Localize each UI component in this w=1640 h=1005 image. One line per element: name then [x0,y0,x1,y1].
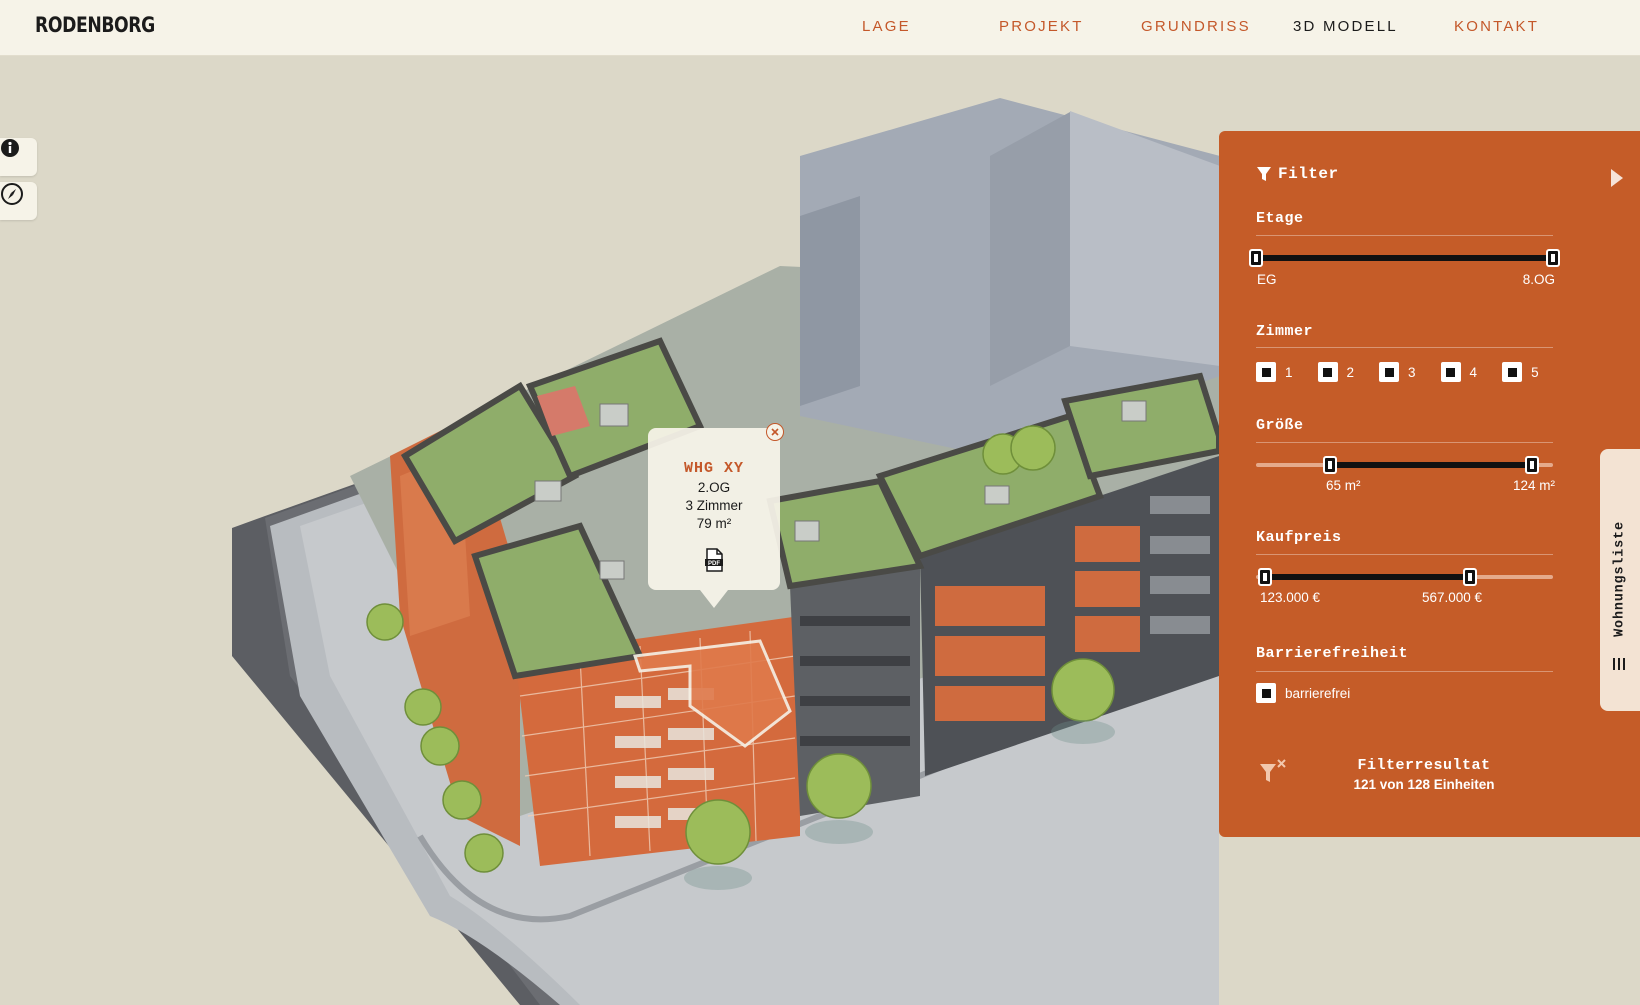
groesse-min-value: 65 m² [1326,478,1361,493]
triangle-right-icon [1611,169,1623,187]
pdf-icon: PDF [705,548,723,572]
logo[interactable]: RODENBORG [35,13,155,37]
etage-min-thumb[interactable] [1249,249,1263,267]
kaufpreis-max-value: 567.000 € [1422,590,1483,605]
result-title: Filterresultat [1357,757,1491,774]
popup-floor: 2.OG [697,480,731,495]
popup-close-button[interactable] [766,423,784,441]
reset-filter-button[interactable] [1259,759,1287,790]
zimmer-label: Zimmer [1256,323,1314,340]
checkbox[interactable] [1502,362,1523,382]
zimmer-option-5[interactable]: 5 [1502,362,1539,382]
checkbox[interactable] [1440,362,1461,382]
groesse-max-thumb[interactable] [1525,456,1540,474]
groesse-slider[interactable] [1256,455,1553,475]
wohnungsliste-label: Wohnungsliste [1612,521,1628,637]
popup-rooms: 3 Zimmer [685,498,743,513]
svg-text:PDF: PDF [708,561,720,567]
top-header: RODENBORG LAGE PROJEKT GRUNDRISS 3D MODE… [0,0,1640,56]
filter-collapse-button[interactable] [1611,169,1623,192]
checkbox[interactable] [1256,683,1276,703]
popup-size: 79 m² [696,516,732,531]
zimmer-option-1[interactable]: 1 [1256,362,1293,382]
groesse-min-thumb[interactable] [1323,456,1338,474]
compass-button[interactable] [0,182,37,220]
kaufpreis-min-thumb[interactable] [1257,568,1272,586]
etage-label: Etage [1256,210,1304,227]
filter-title: Filter [1278,165,1339,183]
filter-reset-icon [1260,759,1286,782]
checkbox[interactable] [1317,362,1338,382]
close-icon [771,428,779,436]
etage-slider[interactable] [1249,248,1560,268]
zimmer-option-4[interactable]: 4 [1440,362,1477,382]
info-icon [1,139,19,157]
filter-header: Filter [1256,165,1339,183]
groesse-max-value: 124 m² [1512,478,1555,493]
wohnungsliste-tab[interactable]: Wohnungsliste [1600,449,1640,711]
etage-max-value: 8.OG [1522,272,1555,287]
etage-min-value: EG [1257,272,1277,287]
filter-icon [1257,167,1271,181]
kaufpreis-min-value: 123.000 € [1260,590,1321,605]
zimmer-options: 1 2 3 4 5 [1256,362,1564,382]
kaufpreis-slider[interactable] [1256,567,1553,587]
barrierefrei-option[interactable]: barrierefrei [1256,683,1350,703]
groesse-label: Größe [1256,417,1304,434]
etage-max-thumb[interactable] [1546,249,1560,267]
kaufpreis-label: Kaufpreis [1256,529,1342,546]
nav-grundriss[interactable]: GRUNDRISS [1141,18,1251,35]
filter-panel: Filter Etage EG 8.OG Zimmer 1 2 3 4 5 Gr… [1219,131,1640,837]
barriere-label: Barrierefreiheit [1256,645,1409,662]
nav-lage[interactable]: LAGE [862,18,911,35]
nav-projekt[interactable]: PROJEKT [999,18,1084,35]
zimmer-option-3[interactable]: 3 [1379,362,1416,382]
apartment-popup: WHG XY 2.OG 3 Zimmer 79 m² PDF [648,428,780,608]
kaufpreis-max-thumb[interactable] [1462,568,1477,586]
compass-icon [1,183,23,205]
nav-kontakt[interactable]: KONTAKT [1454,18,1539,35]
nav-3d-modell[interactable]: 3D MODELL [1293,18,1398,35]
checkbox[interactable] [1256,362,1276,382]
list-icon [1613,658,1625,670]
zimmer-option-2[interactable]: 2 [1317,362,1354,382]
popup-title: WHG XY [683,460,744,477]
checkbox[interactable] [1379,362,1400,382]
popup-pdf-button[interactable]: PDF [703,548,725,577]
result-count: 121 von 128 Einheiten [1353,777,1495,792]
info-button[interactable] [0,138,37,176]
